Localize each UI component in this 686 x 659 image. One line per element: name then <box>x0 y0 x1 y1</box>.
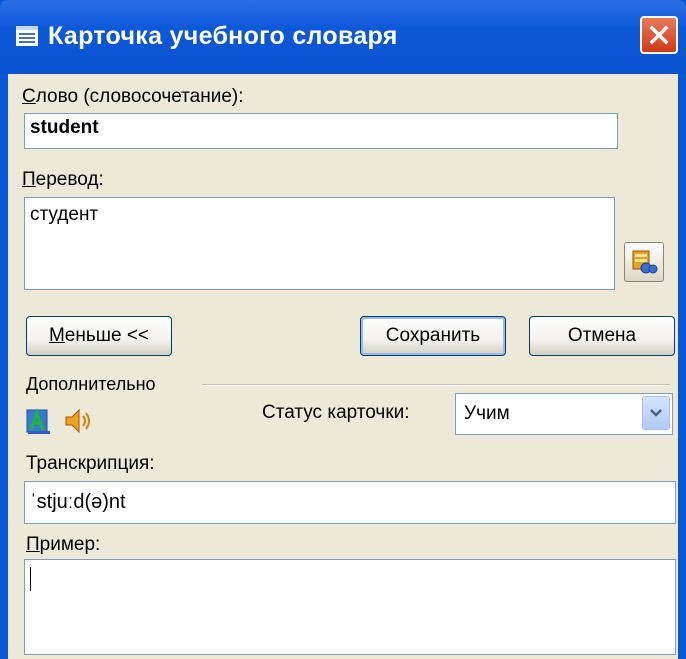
cancel-button[interactable]: Отмена <box>529 316 675 356</box>
text-caret <box>30 567 31 591</box>
font-a-icon[interactable] <box>26 408 52 436</box>
speaker-icon[interactable] <box>62 406 92 436</box>
window-menu-icon[interactable] <box>16 26 38 46</box>
example-textarea[interactable] <box>24 559 676 655</box>
additional-separator <box>202 384 670 386</box>
title-bar[interactable]: Карточка учебного словаря <box>0 0 686 74</box>
window-title: Карточка учебного словаря <box>48 22 398 50</box>
dictionary-lookup-icon <box>632 250 658 274</box>
dictionary-lookup-button[interactable] <box>624 242 664 282</box>
status-select[interactable]: Учим <box>455 393 673 435</box>
save-button[interactable]: Сохранить <box>360 316 506 356</box>
word-input[interactable]: student <box>24 113 618 149</box>
translation-label: Перевод: <box>22 169 104 190</box>
status-dropdown-button[interactable] <box>642 396 670 430</box>
word-label: Слово (словосочетание): <box>22 86 244 107</box>
close-icon <box>649 25 669 45</box>
status-select-value: Учим <box>464 403 510 424</box>
chevron-down-icon <box>650 409 662 417</box>
status-label: Статус карточки: <box>262 402 410 423</box>
example-label: Пример: <box>26 534 101 555</box>
less-button[interactable]: Меньше << <box>26 316 172 356</box>
additional-header: Дополнительно <box>26 374 156 394</box>
close-button[interactable] <box>640 16 678 54</box>
dialog-window: Карточка учебного словаря Слово (словосо… <box>0 0 686 659</box>
transcription-input[interactable]: ˈstjuːd(ə)nt <box>24 481 676 524</box>
dialog-body: Слово (словосочетание): student Перевод:… <box>8 74 678 659</box>
translation-textarea[interactable]: студент <box>24 197 615 290</box>
transcription-label: Транскрипция: <box>26 453 155 474</box>
